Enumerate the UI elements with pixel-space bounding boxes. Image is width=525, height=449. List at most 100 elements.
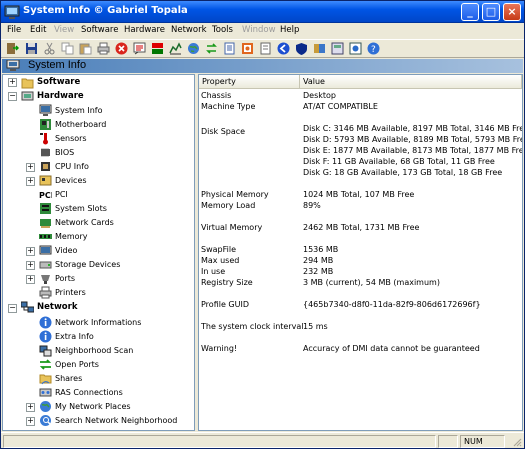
property-value[interactable]: 3 MB (current), 54 MB (maximum)	[303, 277, 440, 288]
property-value[interactable]: 2462 MB Total, 1731 MB Free	[303, 222, 419, 233]
property-value[interactable]: Disk C: 3146 MB Available, 8197 MB Total…	[303, 123, 522, 134]
property-value[interactable]: 89%	[303, 200, 321, 211]
property-value[interactable]: Disk D: 5793 MB Available, 8189 MB Total…	[303, 134, 522, 145]
help-icon[interactable]: ?	[367, 42, 380, 55]
property-value[interactable]: AT/AT COMPATIBLE	[303, 101, 378, 112]
tree-label: Memory	[55, 232, 88, 241]
print-icon[interactable]	[97, 42, 110, 55]
tree-label: Video	[55, 246, 78, 255]
expand-video-toggle[interactable]: +	[26, 247, 35, 256]
tree-label: Open Ports	[55, 360, 99, 369]
menu-window[interactable]: Window	[242, 25, 276, 35]
expand-software-toggle[interactable]: +	[8, 78, 17, 87]
property-name[interactable]: Virtual Memory	[201, 222, 262, 233]
maximize-button[interactable]: □	[482, 3, 500, 21]
tree-label: Storage Devices	[55, 260, 121, 269]
status-panel-blank	[438, 435, 458, 448]
printer-icon	[39, 286, 52, 299]
column-header-property[interactable]: Property	[199, 75, 300, 88]
video-icon	[39, 245, 52, 255]
pci-icon: PCI	[39, 190, 52, 200]
app-window: System Info © Gabriel Topala _ □ × File …	[0, 0, 525, 449]
property-value[interactable]: {465b7340-d8f0-11da-82f9-806d6172696f}	[303, 299, 481, 310]
network-card-icon	[40, 219, 51, 228]
navigation-tree: + Software − Hardware System Info Mother…	[2, 74, 195, 431]
page-icon[interactable]	[259, 42, 272, 55]
menu-tools[interactable]: Tools	[212, 25, 233, 35]
cut-icon[interactable]	[43, 42, 56, 55]
menu-view[interactable]: View	[54, 25, 74, 35]
minimize-button[interactable]: _	[461, 3, 479, 21]
collapse-network-toggle[interactable]: −	[8, 304, 17, 313]
expand-search-network-toggle[interactable]: +	[26, 417, 35, 426]
title-bar[interactable]: System Info © Gabriel Topala _ □ ×	[1, 1, 524, 23]
property-value[interactable]: 294 MB	[303, 255, 333, 266]
expand-devices-toggle[interactable]: +	[26, 177, 35, 186]
property-name[interactable]: Registry Size	[201, 277, 253, 288]
property-value[interactable]: Disk G: 18 GB Available, 173 GB Total, 1…	[303, 167, 502, 178]
property-name[interactable]: Machine Type	[201, 101, 255, 112]
options-icon[interactable]	[241, 42, 254, 55]
menu-hardware[interactable]: Hardware	[124, 25, 165, 35]
report-icon[interactable]	[133, 42, 146, 55]
stop-icon[interactable]	[115, 42, 128, 55]
property-name[interactable]: Warning!	[201, 343, 237, 354]
menu-help[interactable]: Help	[280, 25, 299, 35]
app-icon	[4, 5, 20, 19]
doc-icon[interactable]	[223, 42, 236, 55]
paste-icon[interactable]	[79, 42, 92, 55]
color-icon[interactable]	[151, 42, 164, 55]
tree-label: Network Cards	[55, 218, 114, 227]
property-name[interactable]: SwapFile	[201, 244, 236, 255]
close-button[interactable]: ×	[503, 3, 521, 21]
column-header-value[interactable]: Value	[300, 75, 522, 88]
menu-network[interactable]: Network	[171, 25, 207, 35]
property-name[interactable]: In use	[201, 266, 225, 277]
menu-file[interactable]: File	[7, 25, 21, 35]
property-value[interactable]: 1536 MB	[303, 244, 338, 255]
num-lock-indicator: NUM	[460, 435, 505, 448]
computer-icon	[6, 60, 20, 71]
cpu-icon	[41, 162, 50, 171]
toolbar: ?	[1, 39, 524, 58]
property-value[interactable]: Accuracy of DMI data cannot be guarantee…	[303, 343, 480, 354]
back-icon[interactable]	[277, 42, 290, 55]
property-value[interactable]: Disk F: 11 GB Available, 68 GB Total, 11…	[303, 156, 495, 167]
refresh-icon[interactable]	[205, 42, 218, 55]
web-icon[interactable]	[313, 42, 326, 55]
property-name[interactable]: Max used	[201, 255, 239, 266]
sensors-icon	[40, 133, 48, 145]
property-value[interactable]: 1024 MB Total, 107 MB Free	[303, 189, 414, 200]
property-value[interactable]: Disk E: 1877 MB Available, 8173 MB Total…	[303, 145, 522, 156]
devices-icon	[39, 175, 52, 186]
expand-storage-toggle[interactable]: +	[26, 261, 35, 270]
tree-label: BIOS	[55, 148, 75, 157]
chart-icon[interactable]	[169, 42, 182, 55]
property-name[interactable]: The system clock interval	[201, 321, 303, 332]
search-network-icon	[40, 415, 51, 426]
tree-label: PCI	[55, 190, 68, 199]
copy-icon[interactable]	[61, 42, 74, 55]
menu-software[interactable]: Software	[81, 25, 118, 35]
globe-icon[interactable]	[187, 42, 200, 55]
expand-cpu-toggle[interactable]: +	[26, 163, 35, 172]
property-name[interactable]: Physical Memory	[201, 189, 269, 200]
save-icon[interactable]	[25, 42, 38, 55]
section-title: System Info	[28, 59, 87, 71]
property-value[interactable]: 15 ms	[303, 321, 328, 332]
resize-grip-icon[interactable]	[512, 437, 522, 447]
property-value[interactable]: 232 MB	[303, 266, 333, 277]
property-value[interactable]: Desktop	[303, 90, 336, 101]
property-name[interactable]: Chassis	[201, 90, 231, 101]
menu-edit[interactable]: Edit	[30, 25, 46, 35]
expand-ports-toggle[interactable]: +	[26, 275, 35, 284]
exit-icon[interactable]	[6, 42, 19, 55]
property-name[interactable]: Profile GUID	[201, 299, 249, 310]
about-icon[interactable]	[349, 42, 362, 55]
tree-label: My Network Places	[55, 402, 131, 411]
property-name[interactable]: Memory Load	[201, 200, 255, 211]
calc-icon[interactable]	[331, 42, 344, 55]
collapse-hardware-toggle[interactable]: −	[8, 92, 17, 101]
shield-icon[interactable]	[295, 42, 308, 55]
expand-my-network-places-toggle[interactable]: +	[26, 403, 35, 412]
